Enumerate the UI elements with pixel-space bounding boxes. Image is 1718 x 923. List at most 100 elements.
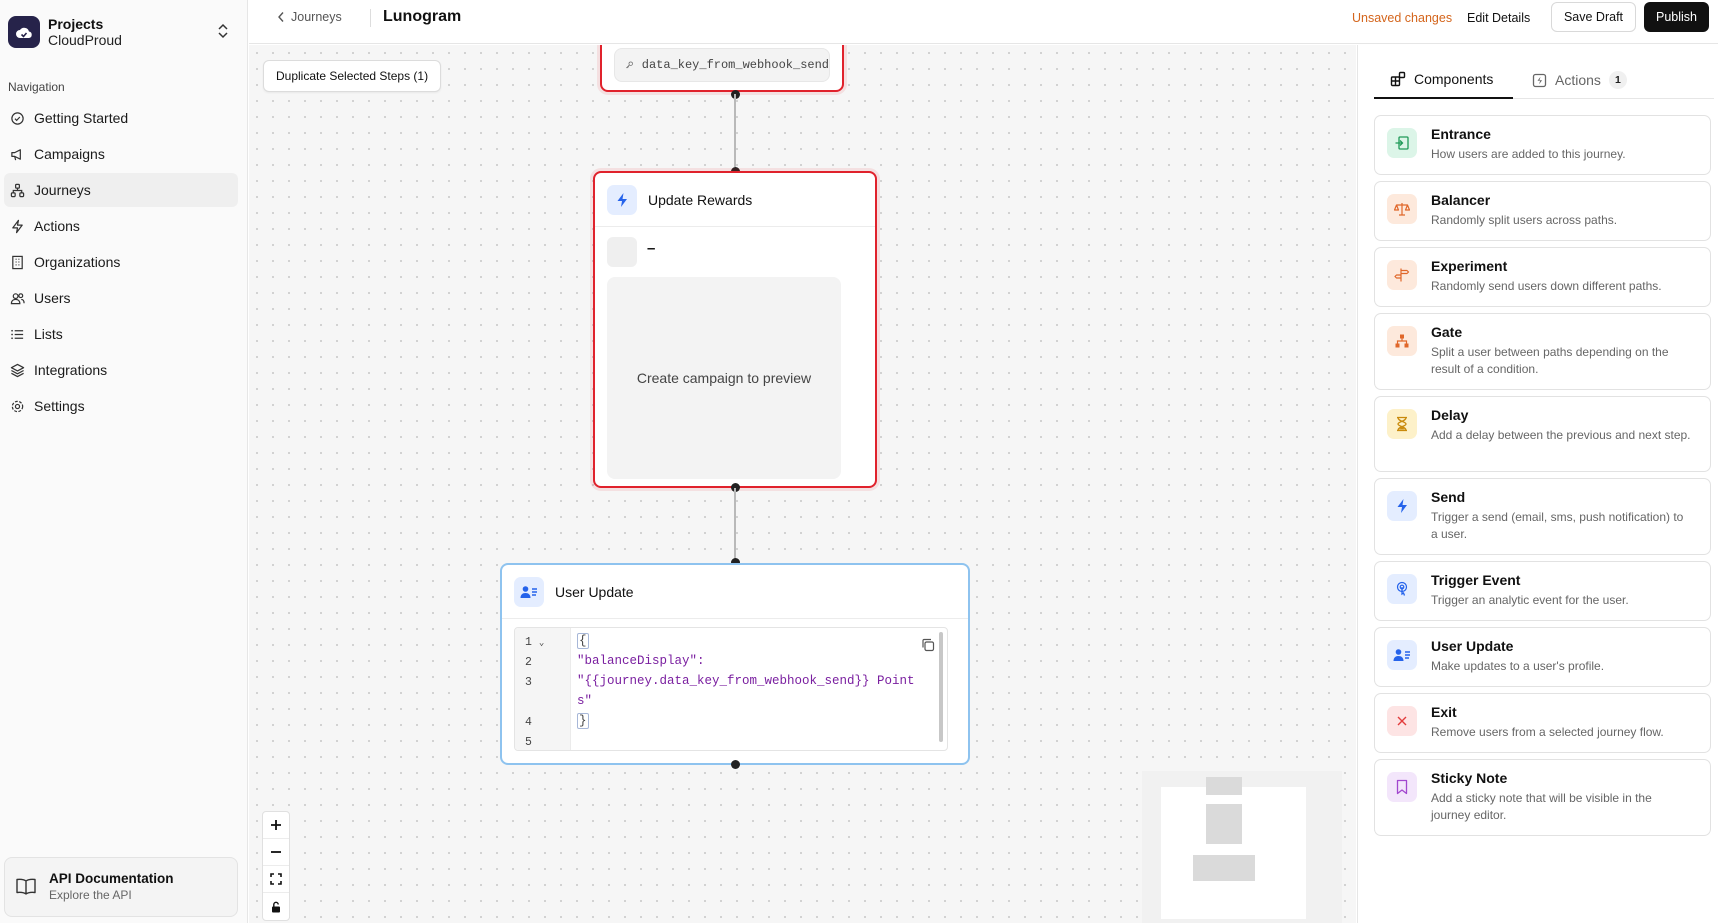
canvas-minimap[interactable]	[1142, 771, 1342, 923]
data-key-text: data_key_from_webhook_send	[641, 58, 829, 72]
sidebar-item-label: Integrations	[34, 362, 108, 378]
tab-components[interactable]: Components	[1374, 61, 1513, 99]
chevron-down-icon[interactable]: ⌄	[539, 638, 544, 648]
sidebar-item-organizations[interactable]: Organizations	[4, 245, 238, 279]
user-card-icon	[1387, 640, 1417, 670]
component-exit[interactable]: Exit Remove users from a selected journe…	[1374, 693, 1711, 753]
book-open-icon	[16, 878, 36, 895]
bolt-icon	[607, 184, 637, 215]
tab-actions[interactable]: Actions 1	[1532, 61, 1627, 99]
sidebar-item-label: Getting Started	[34, 110, 129, 126]
api-card-subtitle: Explore the API	[49, 888, 132, 902]
component-title: Exit	[1431, 704, 1457, 720]
component-user-update[interactable]: User Update Make updates to a user's pro…	[1374, 627, 1711, 687]
component-sticky-note[interactable]: Sticky Note Add a sticky note that will …	[1374, 759, 1711, 836]
update-rewards-node[interactable]: Update Rewards – Create campaign to prev…	[593, 171, 877, 488]
fit-view-button[interactable]	[263, 866, 289, 893]
back-label: Journeys	[291, 10, 342, 24]
bolt-icon	[1387, 491, 1417, 521]
nav-heading: Navigation	[8, 80, 65, 94]
component-title: Trigger Event	[1431, 572, 1521, 588]
sidebar-item-journeys[interactable]: Journeys	[4, 173, 238, 207]
line-number: 1	[525, 636, 532, 649]
top-header: Journeys Lunogram Unsaved changes Edit D…	[249, 0, 1718, 44]
edit-details-button[interactable]: Edit Details	[1467, 11, 1530, 25]
sidebar-item-users[interactable]: Users	[4, 281, 238, 315]
entrance-icon	[1387, 128, 1417, 158]
line-number: 2	[525, 656, 532, 669]
key-icon	[626, 61, 633, 69]
component-description: Remove users from a selected journey flo…	[1431, 725, 1664, 739]
zoom-out-button[interactable]	[263, 839, 289, 866]
sidebar-item-getting-started[interactable]: Getting Started	[4, 101, 238, 135]
megaphone-icon	[11, 148, 21, 160]
node-title: Update Rewards	[648, 191, 753, 208]
journey-canvas[interactable]: Duplicate Selected Steps (1) data_key_fr…	[249, 45, 1356, 923]
unsaved-changes-status: Unsaved changes	[1352, 11, 1453, 25]
component-trigger-event[interactable]: Trigger Event Trigger an analytic event …	[1374, 561, 1711, 621]
tab-label: Components	[1414, 71, 1494, 87]
duplicate-selected-steps-button[interactable]: Duplicate Selected Steps (1)	[263, 60, 442, 92]
editor-scrollbar[interactable]	[939, 632, 943, 742]
component-description: How users are added to this journey.	[1431, 147, 1626, 161]
save-draft-button[interactable]: Save Draft	[1551, 2, 1636, 32]
user-card-icon	[514, 576, 544, 607]
edge-connector	[734, 94, 736, 167]
node-title: User Update	[555, 583, 634, 600]
code-line: {	[577, 633, 589, 649]
layers-icon	[10, 363, 25, 377]
copy-icon[interactable]	[921, 638, 935, 652]
data-key-chip: data_key_from_webhook_send	[614, 48, 830, 82]
users-icon	[10, 292, 25, 304]
component-gate[interactable]: Gate Split a user between paths dependin…	[1374, 313, 1711, 390]
json-code-editor[interactable]: 1 ⌄ 2 3 4 5 { "balanceDisplay": "{{journ…	[514, 627, 948, 751]
component-experiment[interactable]: Experiment Randomly send users down diff…	[1374, 247, 1711, 307]
sidebar-item-label: Lists	[34, 326, 63, 342]
sidebar-nav: Getting Started Campaigns Journeys Actio…	[0, 101, 248, 425]
project-switcher[interactable]: Projects CloudProud	[8, 14, 238, 50]
line-number: 4	[525, 716, 532, 729]
publish-button[interactable]: Publish	[1644, 2, 1709, 32]
chevron-up-down-icon	[218, 23, 228, 39]
lock-icon	[272, 901, 280, 912]
webhook-node[interactable]: data_key_from_webhook_send	[600, 45, 844, 92]
component-balancer[interactable]: Balancer Randomly split users across pat…	[1374, 181, 1711, 241]
node-handle[interactable]	[731, 760, 740, 769]
component-send[interactable]: Send Trigger a send (email, sms, push no…	[1374, 478, 1711, 555]
check-circle-icon	[11, 111, 24, 125]
code-line: "{{journey.data_key_from_webhook_send}} …	[577, 674, 915, 688]
component-title: Delay	[1431, 407, 1469, 423]
actions-count-badge: 1	[1608, 71, 1627, 89]
action-square-icon	[1532, 73, 1547, 87]
sidebar-item-actions[interactable]: Actions	[4, 209, 238, 243]
sidebar-item-campaigns[interactable]: Campaigns	[4, 137, 238, 171]
sidebar-item-label: Organizations	[34, 254, 121, 270]
edge-connector	[734, 488, 736, 560]
component-entrance[interactable]: Entrance How users are added to this jou…	[1374, 115, 1711, 175]
zoom-in-button[interactable]	[263, 812, 289, 839]
chevron-left-icon	[278, 12, 284, 22]
building-icon	[12, 255, 23, 269]
component-title: Sticky Note	[1431, 770, 1508, 786]
touch-icon	[1387, 574, 1417, 604]
sidebar-item-integrations[interactable]: Integrations	[4, 353, 238, 387]
project-title: Projects	[48, 16, 104, 32]
back-to-journeys-link[interactable]: Journeys	[277, 10, 342, 24]
line-number: 5	[525, 736, 532, 749]
sidebar-item-lists[interactable]: Lists	[4, 317, 238, 351]
component-title: Balancer	[1431, 192, 1491, 208]
hourglass-icon	[1387, 409, 1417, 439]
component-delay[interactable]: Delay Add a delay between the previous a…	[1374, 396, 1711, 472]
code-line: }	[577, 713, 589, 729]
component-title: User Update	[1431, 638, 1514, 654]
fit-view-icon	[270, 873, 282, 885]
sidebar-item-label: Settings	[34, 398, 85, 414]
sidebar-item-settings[interactable]: Settings	[4, 389, 238, 423]
lock-button[interactable]	[263, 893, 289, 920]
component-description: Make updates to a user's profile.	[1431, 659, 1605, 673]
user-update-node[interactable]: User Update 1 ⌄ 2 3 4 5 { "balanceDispla…	[500, 563, 970, 765]
journeys-icon	[10, 183, 25, 197]
node-header: User Update	[502, 565, 968, 619]
component-title: Gate	[1431, 324, 1463, 340]
api-documentation-card[interactable]: API Documentation Explore the API	[4, 857, 238, 917]
